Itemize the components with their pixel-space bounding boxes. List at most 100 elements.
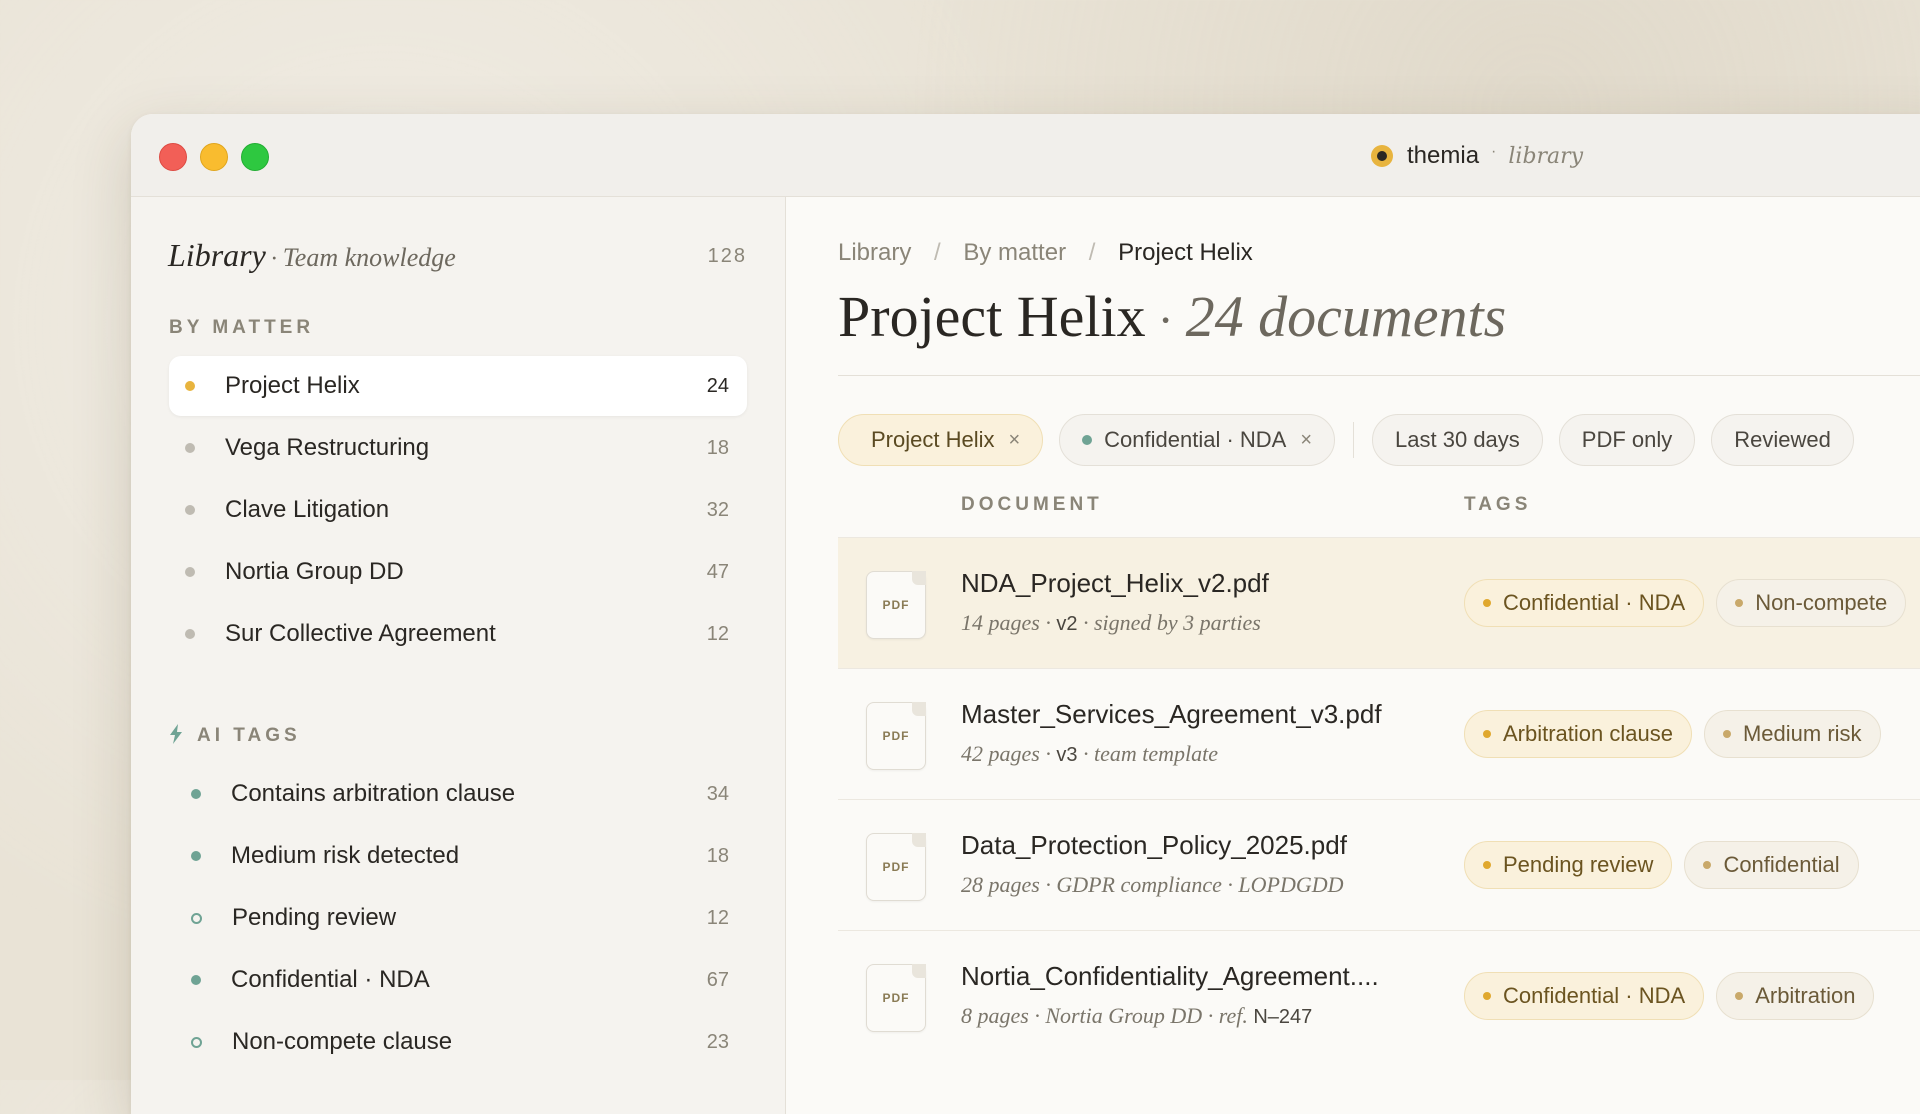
document-tags: Arbitration clause Medium risk	[1464, 710, 1893, 758]
tag-dot-icon	[191, 975, 201, 985]
table-row[interactable]: PDF NDA_Project_Helix_v2.pdf 14 pages · …	[838, 537, 1920, 668]
tag-dot-icon	[191, 789, 201, 799]
breadcrumb-by-matter[interactable]: By matter	[963, 239, 1066, 266]
filter-chip-project-helix[interactable]: Project Helix ×	[838, 414, 1044, 466]
column-header-document[interactable]: DOCUMENT	[961, 494, 1103, 516]
active-dot-icon	[185, 381, 195, 391]
document-name[interactable]: Nortia_Confidentiality_Agreement....	[961, 961, 1379, 992]
file-type-label: PDF	[882, 598, 910, 612]
sidebar-item-project-helix[interactable]: Project Helix 24	[169, 356, 747, 416]
sidebar-item-count: 32	[706, 498, 729, 521]
pdf-file-icon: PDF	[866, 833, 926, 901]
section-label-text: AI TAGS	[197, 725, 301, 746]
remove-filter-icon[interactable]: ×	[1300, 429, 1312, 452]
pdf-file-icon: PDF	[866, 702, 926, 770]
lightning-icon	[170, 724, 182, 744]
document-version: v2	[1056, 613, 1078, 635]
filter-chip-label: Last 30 days	[1395, 427, 1520, 452]
tag-badge[interactable]: Arbitration	[1716, 972, 1875, 1020]
file-type-label: PDF	[882, 991, 910, 1005]
minimize-window-button[interactable]	[200, 143, 228, 171]
tag-badge[interactable]: Confidential	[1684, 841, 1859, 889]
zoom-window-button[interactable]	[241, 143, 269, 171]
tag-dot-icon	[1735, 992, 1744, 1000]
sidebar-title: Library	[168, 237, 266, 273]
tag-dot-icon	[1483, 992, 1491, 1000]
sidebar-item-count: 67	[706, 968, 729, 991]
sidebar-item-vega-restructuring[interactable]: Vega Restructuring 18	[169, 418, 747, 478]
breadcrumb-library[interactable]: Library	[838, 239, 911, 266]
sidebar-item-sur-collective-agreement[interactable]: Sur Collective Agreement 12	[169, 604, 747, 664]
tag-label: Confidential · NDA	[1503, 590, 1686, 615]
tag-dot-icon	[191, 851, 201, 861]
sidebar: Library · Team knowledge 128 BY MATTER P…	[131, 197, 786, 1114]
filter-chip-last-30-days[interactable]: Last 30 days	[1372, 414, 1543, 466]
pdf-file-icon: PDF	[866, 571, 926, 639]
app-window: themia · library Library · Team knowledg…	[131, 114, 1920, 1114]
document-tags: Confidential · NDA Non-compete	[1464, 579, 1918, 627]
sidebar-item-pending-review[interactable]: Pending review 12	[169, 888, 747, 948]
tag-label: Confidential	[1723, 852, 1840, 877]
document-name[interactable]: NDA_Project_Helix_v2.pdf	[961, 568, 1269, 599]
sidebar-header: Library · Team knowledge 128	[168, 237, 747, 277]
tag-dot-icon	[1483, 730, 1491, 738]
sidebar-item-count: 24	[706, 374, 729, 397]
tag-badge[interactable]: Pending review	[1464, 841, 1673, 889]
sidebar-title-separator: ·	[270, 246, 279, 272]
app-brand: themia · library	[1371, 140, 1583, 172]
tag-badge[interactable]: Confidential · NDA	[1464, 579, 1705, 627]
sidebar-item-nortia-group-dd[interactable]: Nortia Group DD 47	[169, 542, 747, 602]
sidebar-item-arbitration-clause[interactable]: Contains arbitration clause 34	[169, 764, 747, 824]
main-content: Library / By matter / Project Helix Proj…	[786, 197, 1920, 1114]
table-row[interactable]: PDF Data_Protection_Policy_2025.pdf 28 p…	[838, 799, 1920, 930]
breadcrumb-separator: /	[934, 239, 941, 266]
dot-icon	[185, 629, 195, 639]
matter-list: Project Helix 24 Vega Restructuring 18 C…	[169, 356, 747, 666]
sidebar-item-non-compete[interactable]: Non-compete clause 23	[169, 1012, 747, 1072]
document-name[interactable]: Data_Protection_Policy_2025.pdf	[961, 830, 1347, 861]
filter-chip-reviewed[interactable]: Reviewed	[1711, 414, 1854, 466]
sidebar-item-count: 12	[706, 906, 729, 929]
brand-section: library	[1508, 143, 1584, 169]
tag-ring-icon	[191, 912, 202, 924]
document-meta-pages: 42 pages ·	[961, 741, 1051, 766]
filter-chip-pdf-only[interactable]: PDF only	[1558, 414, 1696, 466]
tag-badge[interactable]: Non-compete	[1716, 579, 1907, 627]
tag-badge[interactable]: Medium risk	[1703, 710, 1881, 758]
table-row[interactable]: PDF Nortia_Confidentiality_Agreement....…	[838, 930, 1920, 1061]
tag-label: Confidential · NDA	[1503, 983, 1686, 1008]
filter-chip-confidential-nda[interactable]: Confidential · NDA ×	[1059, 414, 1336, 466]
document-meta-pages: 14 pages ·	[961, 610, 1051, 635]
ai-tag-list: Contains arbitration clause 34 Medium ri…	[169, 764, 747, 1074]
sidebar-item-clave-litigation[interactable]: Clave Litigation 32	[169, 480, 747, 540]
close-window-button[interactable]	[159, 143, 187, 171]
tag-badge[interactable]: Arbitration clause	[1464, 710, 1692, 758]
sidebar-item-label: Pending review	[232, 904, 397, 931]
title-divider	[838, 375, 1920, 376]
document-meta-pages: 8 pages · Nortia Group DD · ref.	[961, 1003, 1248, 1028]
brand-logo-icon	[1371, 145, 1393, 167]
tag-dot-icon	[1735, 599, 1744, 607]
sidebar-item-label: Confidential · NDA	[231, 966, 430, 993]
column-header-tags[interactable]: TAGS	[1464, 494, 1531, 516]
brand-separator: ·	[1491, 143, 1497, 160]
remove-filter-icon[interactable]: ×	[1008, 429, 1020, 452]
filter-chip-label: Project Helix	[871, 427, 995, 452]
document-meta: 8 pages · Nortia Group DD · ref. N–247	[961, 1003, 1312, 1029]
sidebar-item-label: Medium risk detected	[231, 842, 460, 869]
table-row[interactable]: PDF Master_Services_Agreement_v3.pdf 42 …	[838, 668, 1920, 799]
filter-chip-label: Confidential · NDA	[1104, 427, 1287, 452]
document-meta: 42 pages · v3 · team template	[961, 741, 1218, 767]
sidebar-item-count: 12	[706, 622, 729, 645]
breadcrumb-separator: /	[1088, 239, 1096, 266]
sidebar-item-confidential-nda[interactable]: Confidential · NDA 67	[169, 950, 747, 1010]
brand-name: themia	[1407, 142, 1480, 169]
tag-label: Pending review	[1503, 852, 1654, 877]
sidebar-item-label: Vega Restructuring	[225, 434, 430, 461]
file-type-label: PDF	[882, 729, 910, 743]
document-name[interactable]: Master_Services_Agreement_v3.pdf	[961, 699, 1382, 730]
sidebar-item-medium-risk[interactable]: Medium risk detected 18	[169, 826, 747, 886]
sidebar-item-label: Contains arbitration clause	[231, 780, 516, 807]
sidebar-item-label: Nortia Group DD	[225, 558, 404, 585]
tag-badge[interactable]: Confidential · NDA	[1464, 972, 1705, 1020]
